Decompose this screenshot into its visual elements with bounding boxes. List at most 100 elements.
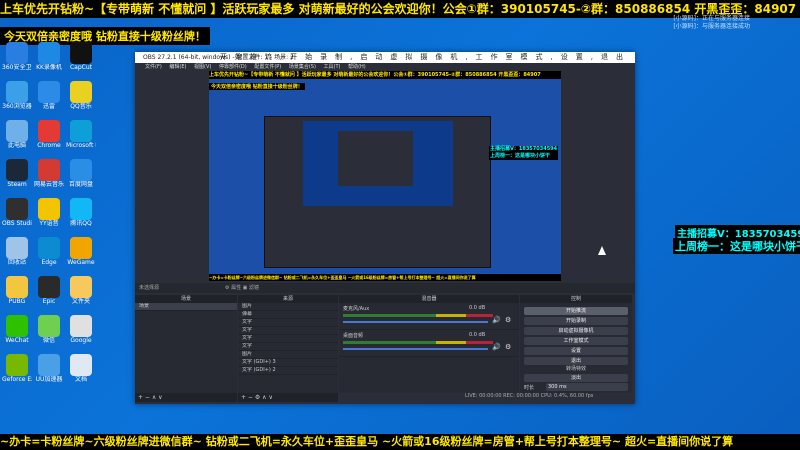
menu-help[interactable]: 帮助(H) — [348, 64, 366, 70]
speaker-icon[interactable]: 🔊 — [492, 343, 501, 351]
desktop-icon-label: Geforce Experience — [2, 376, 32, 383]
volume-slider[interactable] — [343, 348, 488, 350]
desktop-icon-label: 回收站 — [7, 259, 26, 266]
desktop-icon[interactable]: UU加速器 — [34, 354, 64, 384]
volume-meter — [343, 341, 493, 344]
source-item[interactable]: 弹幕 — [238, 311, 338, 319]
duration-input[interactable]: 300 ms — [546, 383, 628, 391]
app-icon — [70, 276, 92, 298]
desktop-icon[interactable]: Epic — [34, 276, 64, 306]
desktop-icon[interactable]: Google — [66, 315, 96, 345]
app-icon — [6, 159, 28, 181]
obs-title-bar[interactable]: OBS 27.2.1 (64-bit, windows) - 配置文件: 1 -… — [135, 52, 635, 63]
window-controls[interactable]: 开始推流,开始录制,启动虚拟摄像机,工作室模式,设置,退出 — [220, 52, 631, 63]
desktop-icon[interactable]: Geforce Experience — [2, 354, 32, 384]
desktop-icon[interactable]: WeGame — [66, 237, 96, 267]
source-item[interactable]: 文字 — [238, 335, 338, 343]
desktop-icon[interactable]: 微信 — [34, 315, 64, 345]
mouse-cursor-icon — [598, 246, 606, 255]
desktop-icon[interactable]: 文档 — [66, 354, 96, 384]
controls-dock: 开始推流 开始录制 启动虚拟摄像机 工作室模式 设置 退出 转场特效 淡出 时长… — [520, 303, 632, 393]
desktop-icon[interactable]: Chrome — [34, 120, 64, 150]
desktop-icon-label: 360安全卫士 — [2, 64, 32, 71]
desktop-icon-label: 此电脑 — [7, 142, 26, 149]
desktop-icon[interactable]: QQ音乐 — [66, 81, 96, 111]
gear-icon[interactable]: ⚙ — [505, 316, 511, 324]
top-ticker-text: 上车优先开钻粉~【专带萌新 不懂就问 】活跃玩家最多 对萌新最好的公会欢迎你！公… — [0, 2, 797, 16]
desktop-icon[interactable]: YY语音 — [34, 198, 64, 228]
app-icon — [70, 198, 92, 220]
menu-file[interactable]: 文件(F) — [145, 64, 162, 70]
app-icon — [38, 354, 60, 376]
desktop-icon-label: 微信 — [42, 337, 55, 344]
desktop-icon[interactable]: 此电脑 — [2, 120, 32, 150]
preview-subline: 今天双倍亲密度哦 钻粉直接十级粉丝牌！ — [209, 83, 305, 90]
source-item[interactable]: 文字 — [238, 327, 338, 335]
obs-menu-bar: 文件(F) 编辑(E) 视图(V) 停靠部件(D) 配置文件(P) 场景集合(S… — [135, 63, 635, 71]
desktop-icon[interactable]: 腾讯QQ — [66, 198, 96, 228]
desktop-icon-label: Steam — [7, 181, 27, 188]
menu-tools[interactable]: 工具(T) — [324, 64, 341, 70]
desktop-icon[interactable]: PUBG — [2, 276, 32, 306]
start-recording-button[interactable]: 开始录制 — [524, 317, 628, 325]
desktop-icon[interactable]: Microsoft Edge — [66, 120, 96, 150]
app-icon — [70, 237, 92, 259]
desktop-icon[interactable]: 文件夹 — [66, 276, 96, 306]
menu-profile[interactable]: 配置文件(P) — [254, 64, 281, 70]
source-item[interactable]: 文字 — [238, 319, 338, 327]
exit-button[interactable]: 退出 — [524, 357, 628, 365]
transition-select[interactable]: 淡出 — [524, 374, 628, 382]
desktop-icon-label: WeGame — [67, 259, 95, 266]
desktop-icon[interactable]: WeChat — [2, 315, 32, 345]
mixer-dock-header: 混音器 — [339, 295, 519, 303]
obs-preview-canvas[interactable]: 上车优先开钻粉~【专带萌新 不懂就问 】活跃玩家最多 对萌新最好的公会欢迎你！公… — [209, 71, 561, 281]
speaker-icon[interactable]: 🔊 — [492, 316, 501, 324]
preview-ticker: 上车优先开钻粉~【专带萌新 不懂就问 】活跃玩家最多 对萌新最好的公会欢迎你！公… — [209, 71, 561, 79]
desktop-icon[interactable]: 网易云音乐 — [34, 159, 64, 189]
desktop-icon[interactable]: 回收站 — [2, 237, 32, 267]
desktop-icon[interactable]: Edge — [34, 237, 64, 267]
source-item[interactable]: 文字 (GDI+) 3 — [238, 359, 338, 367]
desktop-icon[interactable]: KK录像机 — [34, 42, 64, 72]
properties-filters-buttons[interactable]: ⚙ 属性 ▣ 滤镜 — [225, 283, 259, 293]
mixer-channel: 麦克风/Aux 0.0 dB 🔊 ⚙ — [339, 303, 519, 330]
bottom-ticker-text: ~办卡=卡粉丝牌~六级粉丝牌进微信群~ 钻粉或二飞机=永久车位+歪歪皇马 ~火箭… — [0, 435, 734, 448]
desktop-icon-label: 文档 — [74, 376, 87, 383]
app-icon — [6, 354, 28, 376]
desktop-icon[interactable]: 360浏览器 — [2, 81, 32, 111]
volume-slider[interactable] — [343, 321, 488, 323]
menu-edit[interactable]: 编辑(E) — [169, 64, 186, 70]
desktop-icon-label: Microsoft Edge — [66, 142, 96, 149]
desktop-icon-label: 网易云音乐 — [34, 181, 64, 188]
start-stream-button[interactable]: 开始推流 — [524, 307, 628, 315]
obs-window[interactable]: OBS 27.2.1 (64-bit, windows) - 配置文件: 1 -… — [135, 52, 635, 404]
scenes-dock-header: 场景 — [135, 295, 237, 303]
settings-button[interactable]: 设置 — [524, 347, 628, 355]
scene-item[interactable]: 场景 — [135, 303, 237, 311]
desktop-icon[interactable]: 百度网盘 — [66, 159, 96, 189]
nested-obs-window — [264, 116, 491, 268]
desktop-icon-label: YY语音 — [39, 220, 59, 227]
source-item[interactable]: 文字 — [238, 343, 338, 351]
source-item[interactable]: 图片 — [238, 351, 338, 359]
obs-status-bar: LIVE: 00:00:00 REC: 00:00:00 CPU: 0.4%, … — [465, 393, 594, 399]
desktop-icon[interactable]: Steam — [2, 159, 32, 189]
menu-scene-collection[interactable]: 场景集合(S) — [289, 64, 316, 70]
desktop-icon[interactable]: 迅雷 — [34, 81, 64, 111]
menu-view[interactable]: 视图(V) — [194, 64, 211, 70]
source-item[interactable]: 文字 (GDI+) 2 — [238, 367, 338, 375]
source-item[interactable]: 图片 — [238, 303, 338, 311]
app-icon — [38, 315, 60, 337]
virtual-camera-button[interactable]: 启动虚拟摄像机 — [524, 327, 628, 335]
gear-icon[interactable]: ⚙ — [505, 343, 511, 351]
studio-mode-button[interactable]: 工作室模式 — [524, 337, 628, 345]
menu-docks[interactable]: 停靠部件(D) — [219, 64, 247, 70]
app-icon — [70, 354, 92, 376]
volume-meter — [343, 314, 493, 317]
desktop-icon-label: QQ音乐 — [70, 103, 92, 110]
scenes-toolbar[interactable]: + − ∧ ∨ — [135, 393, 237, 402]
desktop-icon[interactable]: 360安全卫士 — [2, 42, 32, 72]
desktop-icon[interactable]: OBS Studio — [2, 198, 32, 228]
desktop-icon[interactable]: CapCut — [66, 42, 96, 72]
sources-toolbar[interactable]: + − ⚙ ∧ ∨ — [238, 393, 338, 402]
